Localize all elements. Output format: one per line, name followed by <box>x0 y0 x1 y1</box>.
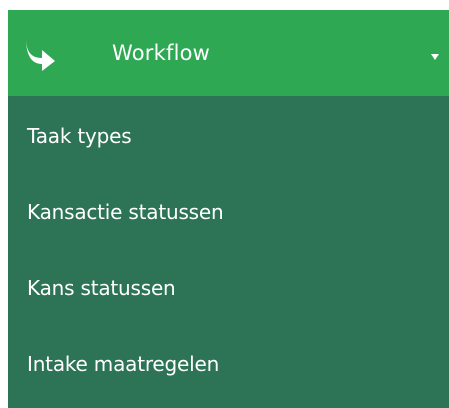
workflow-menu-label: Workflow <box>112 41 211 65</box>
menu-item-intake-maatregelen[interactable]: Intake maatregelen <box>8 328 449 400</box>
workflow-menu-header[interactable]: Workflow <box>8 10 449 96</box>
menu-item-kans-statussen[interactable]: Kans statussen <box>8 252 449 324</box>
sidebar-submenu: Workflow Taak types Kansactie statussen … <box>8 10 449 408</box>
caret-down-icon <box>430 46 440 60</box>
menu-item-label: Kansactie statussen <box>27 200 224 224</box>
share-arrow-icon <box>22 36 58 72</box>
menu-item-label: Intake maatregelen <box>27 352 220 376</box>
menu-item-kansactie-statussen[interactable]: Kansactie statussen <box>8 176 449 248</box>
menu-item-label: Taak types <box>27 124 132 148</box>
menu-item-label: Kans statussen <box>27 276 176 300</box>
menu-item-taak-types[interactable]: Taak types <box>8 100 449 172</box>
